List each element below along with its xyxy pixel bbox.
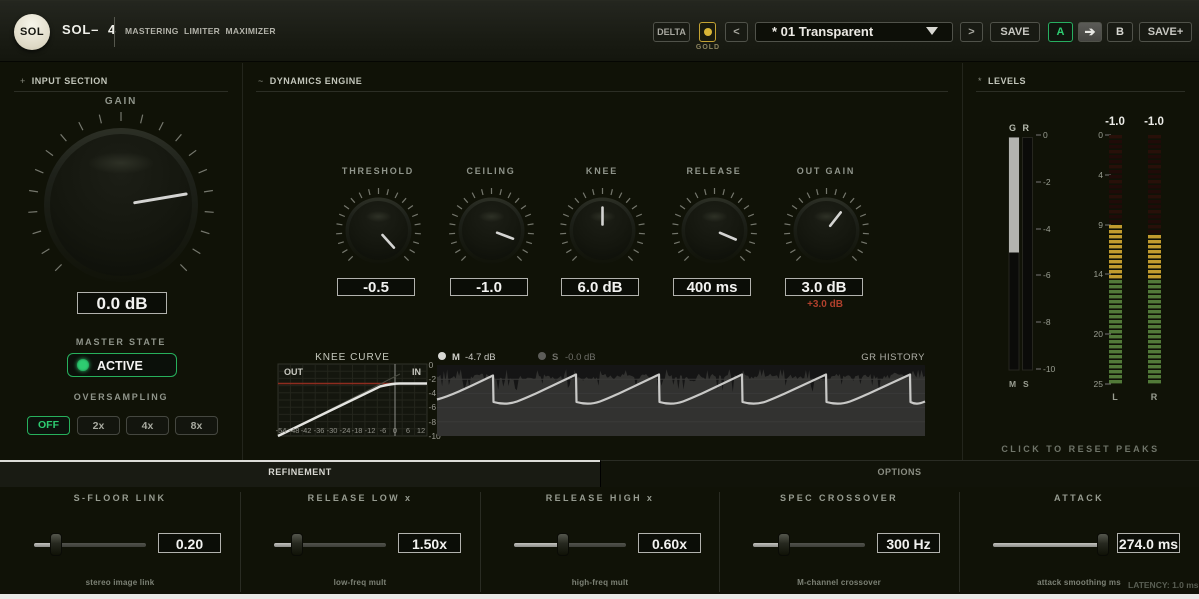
- svg-text:-10: -10: [1043, 364, 1056, 374]
- svg-text:S: S: [552, 352, 558, 363]
- svg-text:9: 9: [1098, 220, 1103, 230]
- svg-text:20: 20: [1094, 329, 1104, 339]
- svg-text:0: 0: [429, 360, 434, 370]
- svg-text:-42: -42: [301, 426, 312, 435]
- svg-text:-6: -6: [380, 426, 387, 435]
- svg-text:-48: -48: [289, 426, 300, 435]
- svg-text:-0.0 dB: -0.0 dB: [565, 352, 596, 363]
- svg-text:-1.0: -1.0: [1144, 116, 1164, 128]
- svg-text:0: 0: [1043, 130, 1048, 140]
- svg-text:-2: -2: [429, 374, 437, 384]
- svg-text:-6: -6: [1043, 270, 1051, 280]
- svg-text:IN: IN: [412, 367, 421, 377]
- svg-text:-1.0: -1.0: [1105, 116, 1125, 128]
- svg-text:M: M: [452, 352, 460, 363]
- svg-text:-8: -8: [1043, 317, 1051, 327]
- svg-text:S: S: [1023, 379, 1029, 389]
- svg-text:G R: G R: [1009, 123, 1031, 133]
- svg-text:L: L: [1112, 392, 1118, 402]
- svg-text:-18: -18: [352, 426, 363, 435]
- svg-text:-8: -8: [429, 417, 437, 427]
- svg-text:-30: -30: [327, 426, 338, 435]
- svg-text:-2: -2: [1043, 177, 1051, 187]
- svg-text:4: 4: [1098, 170, 1103, 180]
- svg-text:-36: -36: [314, 426, 325, 435]
- svg-text:-4: -4: [1043, 224, 1051, 234]
- svg-text:0: 0: [393, 426, 397, 435]
- svg-text:-4: -4: [429, 388, 437, 398]
- svg-text:14: 14: [1094, 269, 1104, 279]
- svg-text:-4.7 dB: -4.7 dB: [465, 352, 496, 363]
- svg-text:GR HISTORY: GR HISTORY: [861, 352, 925, 363]
- svg-text:-24: -24: [340, 426, 351, 435]
- svg-text:M: M: [1009, 379, 1016, 389]
- svg-text:R: R: [1151, 392, 1158, 402]
- svg-text:OUT: OUT: [284, 367, 304, 377]
- svg-text:-6: -6: [429, 402, 437, 412]
- svg-text:-54: -54: [276, 426, 287, 435]
- svg-text:-12: -12: [365, 426, 376, 435]
- svg-text:25: 25: [1094, 379, 1104, 389]
- svg-text:6: 6: [406, 426, 410, 435]
- svg-text:12: 12: [417, 426, 425, 435]
- svg-text:0: 0: [1098, 130, 1103, 140]
